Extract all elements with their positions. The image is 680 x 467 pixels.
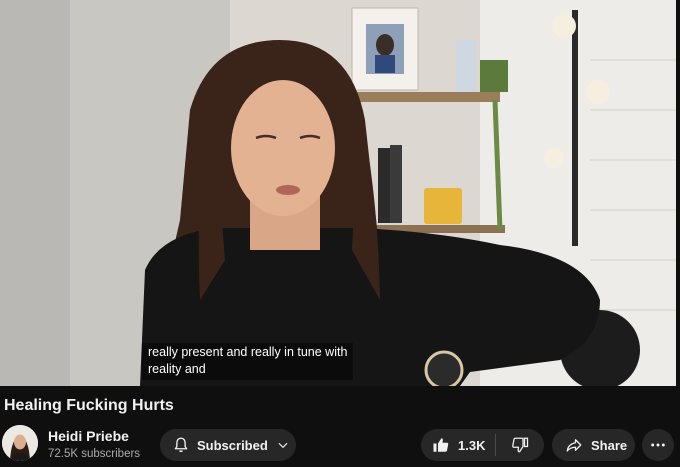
chevron-down-icon <box>276 438 290 452</box>
channel-avatar[interactable] <box>2 425 38 461</box>
video-player[interactable] <box>0 0 676 386</box>
like-count: 1.3K <box>458 437 486 453</box>
avatar-image <box>2 425 38 461</box>
thumbs-up-icon <box>432 436 450 454</box>
caption-line: reality and <box>148 362 206 376</box>
video-captions: really present and really in tune with r… <box>142 343 354 380</box>
dislike-button[interactable] <box>496 429 544 461</box>
subscribed-button[interactable]: Subscribed <box>160 429 296 461</box>
subscribed-label: Subscribed <box>197 437 268 453</box>
video-title: Healing Fucking Hurts <box>4 397 174 414</box>
share-icon <box>564 436 584 454</box>
thumbs-down-icon <box>511 436 529 454</box>
caption-line: really present and really in tune with <box>148 345 348 359</box>
like-dislike-group: 1.3K <box>421 429 544 461</box>
share-label: Share <box>591 437 628 453</box>
like-button[interactable]: 1.3K <box>421 429 495 461</box>
more-icon <box>650 437 666 453</box>
subscriber-count: 72.5K subscribers <box>48 448 141 460</box>
video-frame <box>0 0 676 386</box>
share-button[interactable]: Share <box>552 429 635 461</box>
more-actions-button[interactable] <box>642 429 674 461</box>
bell-icon <box>172 436 190 454</box>
channel-name[interactable]: Heidi Priebe <box>48 428 129 444</box>
